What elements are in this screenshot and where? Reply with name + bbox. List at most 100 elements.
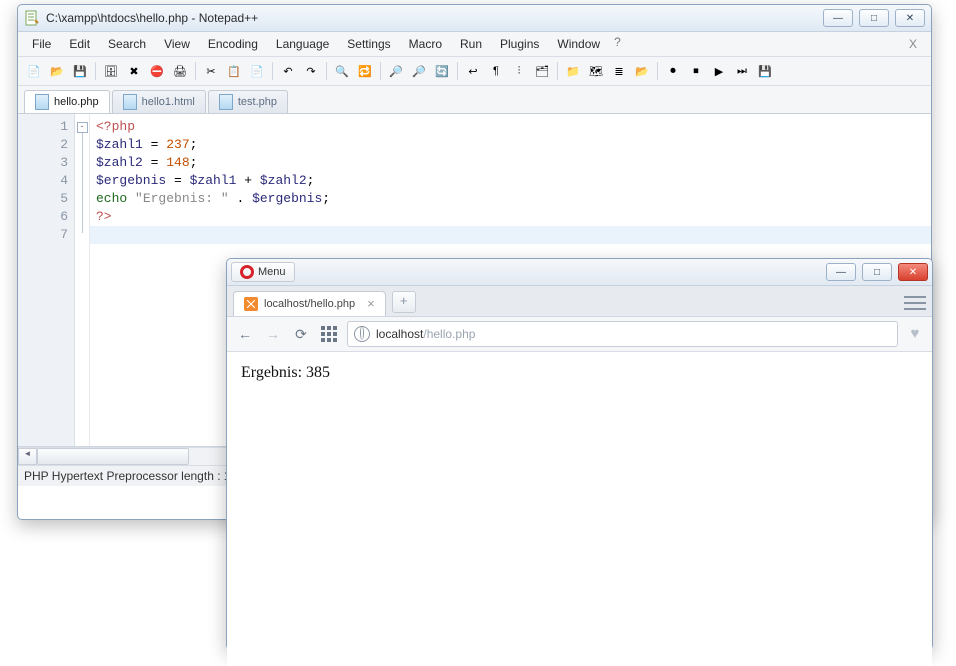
menu-help[interactable]: ? — [614, 35, 621, 53]
fold-toggle-icon[interactable]: - — [77, 122, 88, 133]
open-folder-icon[interactable]: 📂 — [632, 61, 652, 81]
code-token: $zahl1 — [96, 137, 143, 152]
lang-menu-icon[interactable]: 🗂 — [532, 61, 552, 81]
code-token: ; — [307, 173, 315, 188]
scroll-left-button[interactable]: ◄ — [18, 448, 37, 465]
maximize-button[interactable]: □ — [859, 9, 889, 27]
menu-encoding[interactable]: Encoding — [200, 35, 266, 53]
menu-search[interactable]: Search — [100, 35, 154, 53]
minimize-button[interactable]: — — [826, 263, 856, 281]
url-host: localhost — [376, 327, 423, 341]
menu-run[interactable]: Run — [452, 35, 490, 53]
opera-logo-icon — [240, 265, 254, 279]
maximize-button[interactable]: □ — [862, 263, 892, 281]
copy-icon[interactable]: 📋 — [224, 61, 244, 81]
xampp-favicon-icon — [244, 297, 258, 311]
menu-window[interactable]: Window — [549, 35, 608, 53]
notepad-toolbar: 📄📂💾🗄✖⛔🖨✂📋📄↶↷🔍🔁🔎🔎🔄↩¶⫶🗂📁🗺≣📂⏺⏹▶⏭💾 — [18, 57, 931, 86]
line-number: 4 — [18, 172, 68, 190]
code-token: $ergebnis — [252, 191, 322, 206]
print-icon[interactable]: 🖨 — [170, 61, 190, 81]
open-file-icon[interactable]: 📂 — [47, 61, 67, 81]
record-macro-icon[interactable]: ⏺ — [663, 61, 683, 81]
new-tab-button[interactable]: + — [392, 291, 416, 313]
undo-icon[interactable]: ↶ — [278, 61, 298, 81]
menu-file[interactable]: File — [24, 35, 59, 53]
tab-close-icon[interactable]: × — [367, 299, 375, 309]
browser-titlebar[interactable]: Menu — □ ✕ — [227, 259, 932, 286]
new-file-icon[interactable]: 📄 — [24, 61, 44, 81]
url-input[interactable]: localhost/hello.php — [347, 321, 898, 347]
browser-tab[interactable]: localhost/hello.php × — [233, 291, 386, 316]
func-list-icon[interactable]: ≣ — [609, 61, 629, 81]
forward-button[interactable]: → — [263, 324, 283, 344]
play-multi-icon[interactable]: ⏭ — [732, 61, 752, 81]
close-button[interactable]: ✕ — [895, 9, 925, 27]
notepad-menubar: File Edit Search View Encoding Language … — [18, 32, 931, 57]
stop-macro-icon[interactable]: ⏹ — [686, 61, 706, 81]
close-file-icon[interactable]: ✖ — [124, 61, 144, 81]
code-token: ?> — [96, 209, 112, 224]
file-icon — [123, 94, 137, 110]
code-token: $zahl2 — [96, 155, 143, 170]
indent-guide-icon[interactable]: ⫶ — [509, 61, 529, 81]
save-icon[interactable]: 💾 — [70, 61, 90, 81]
opera-menu-button[interactable]: Menu — [231, 262, 295, 282]
play-macro-icon[interactable]: ▶ — [709, 61, 729, 81]
speed-dial-button[interactable] — [319, 324, 339, 344]
status-text: PHP Hypertext Preprocessor length : 1 — [24, 469, 231, 483]
save-macro-icon[interactable]: 💾 — [755, 61, 775, 81]
zoom-out-icon[interactable]: 🔎 — [409, 61, 429, 81]
menu-language[interactable]: Language — [268, 35, 337, 53]
url-path: /hello.php — [423, 327, 475, 341]
back-button[interactable]: ← — [235, 324, 255, 344]
paste-icon[interactable]: 📄 — [247, 61, 267, 81]
notepad-window-controls: — □ ✕ — [823, 9, 925, 27]
line-number-gutter: 1234567 — [18, 114, 75, 446]
menu-edit[interactable]: Edit — [61, 35, 98, 53]
folder-icon[interactable]: 📁 — [563, 61, 583, 81]
globe-icon — [354, 326, 370, 342]
speed-dial-icon — [321, 326, 337, 342]
menubar-close-x[interactable]: X — [901, 35, 925, 53]
code-token: $zahl2 — [260, 173, 307, 188]
file-tab-label: hello1.html — [142, 96, 195, 108]
code-token: . — [229, 191, 252, 206]
fold-margin[interactable]: - — [75, 114, 90, 446]
file-tab-test-php[interactable]: test.php — [208, 90, 288, 113]
code-token: "Ergebnis: " — [135, 191, 229, 206]
opera-menu-label: Menu — [258, 266, 286, 278]
menu-view[interactable]: View — [156, 35, 198, 53]
notepad-titlebar[interactable]: C:\xampp\htdocs\hello.php - Notepad++ — … — [18, 5, 931, 32]
find-icon[interactable]: 🔍 — [332, 61, 352, 81]
scroll-thumb[interactable] — [37, 448, 189, 465]
line-number: 1 — [18, 118, 68, 136]
menu-macro[interactable]: Macro — [401, 35, 450, 53]
bookmark-button[interactable]: ♥ — [906, 325, 924, 343]
menu-plugins[interactable]: Plugins — [492, 35, 547, 53]
file-tab-hello1-html[interactable]: hello1.html — [112, 90, 206, 113]
redo-icon[interactable]: ↷ — [301, 61, 321, 81]
tab-menu-icon[interactable] — [904, 296, 926, 310]
cut-icon[interactable]: ✂ — [201, 61, 221, 81]
minimize-button[interactable]: — — [823, 9, 853, 27]
save-all-icon[interactable]: 🗄 — [101, 61, 121, 81]
replace-icon[interactable]: 🔁 — [355, 61, 375, 81]
fold-line — [82, 133, 83, 233]
close-button[interactable]: ✕ — [898, 263, 928, 281]
sync-icon[interactable]: 🔄 — [432, 61, 452, 81]
show-all-chars-icon[interactable]: ¶ — [486, 61, 506, 81]
file-tab-hello-php[interactable]: hello.php — [24, 90, 110, 113]
doc-map-icon[interactable]: 🗺 — [586, 61, 606, 81]
zoom-in-icon[interactable]: 🔎 — [386, 61, 406, 81]
word-wrap-icon[interactable]: ↩ — [463, 61, 483, 81]
browser-tab-title: localhost/hello.php — [264, 298, 355, 310]
code-token: = — [143, 155, 166, 170]
code-token: = — [166, 173, 189, 188]
menu-settings[interactable]: Settings — [339, 35, 398, 53]
page-output-text: Ergebnis: 385 — [241, 364, 330, 381]
browser-tabbar: localhost/hello.php × + — [227, 286, 932, 317]
close-all-icon[interactable]: ⛔ — [147, 61, 167, 81]
reload-button[interactable]: ⟳ — [291, 324, 311, 344]
file-tab-label: hello.php — [54, 96, 99, 108]
